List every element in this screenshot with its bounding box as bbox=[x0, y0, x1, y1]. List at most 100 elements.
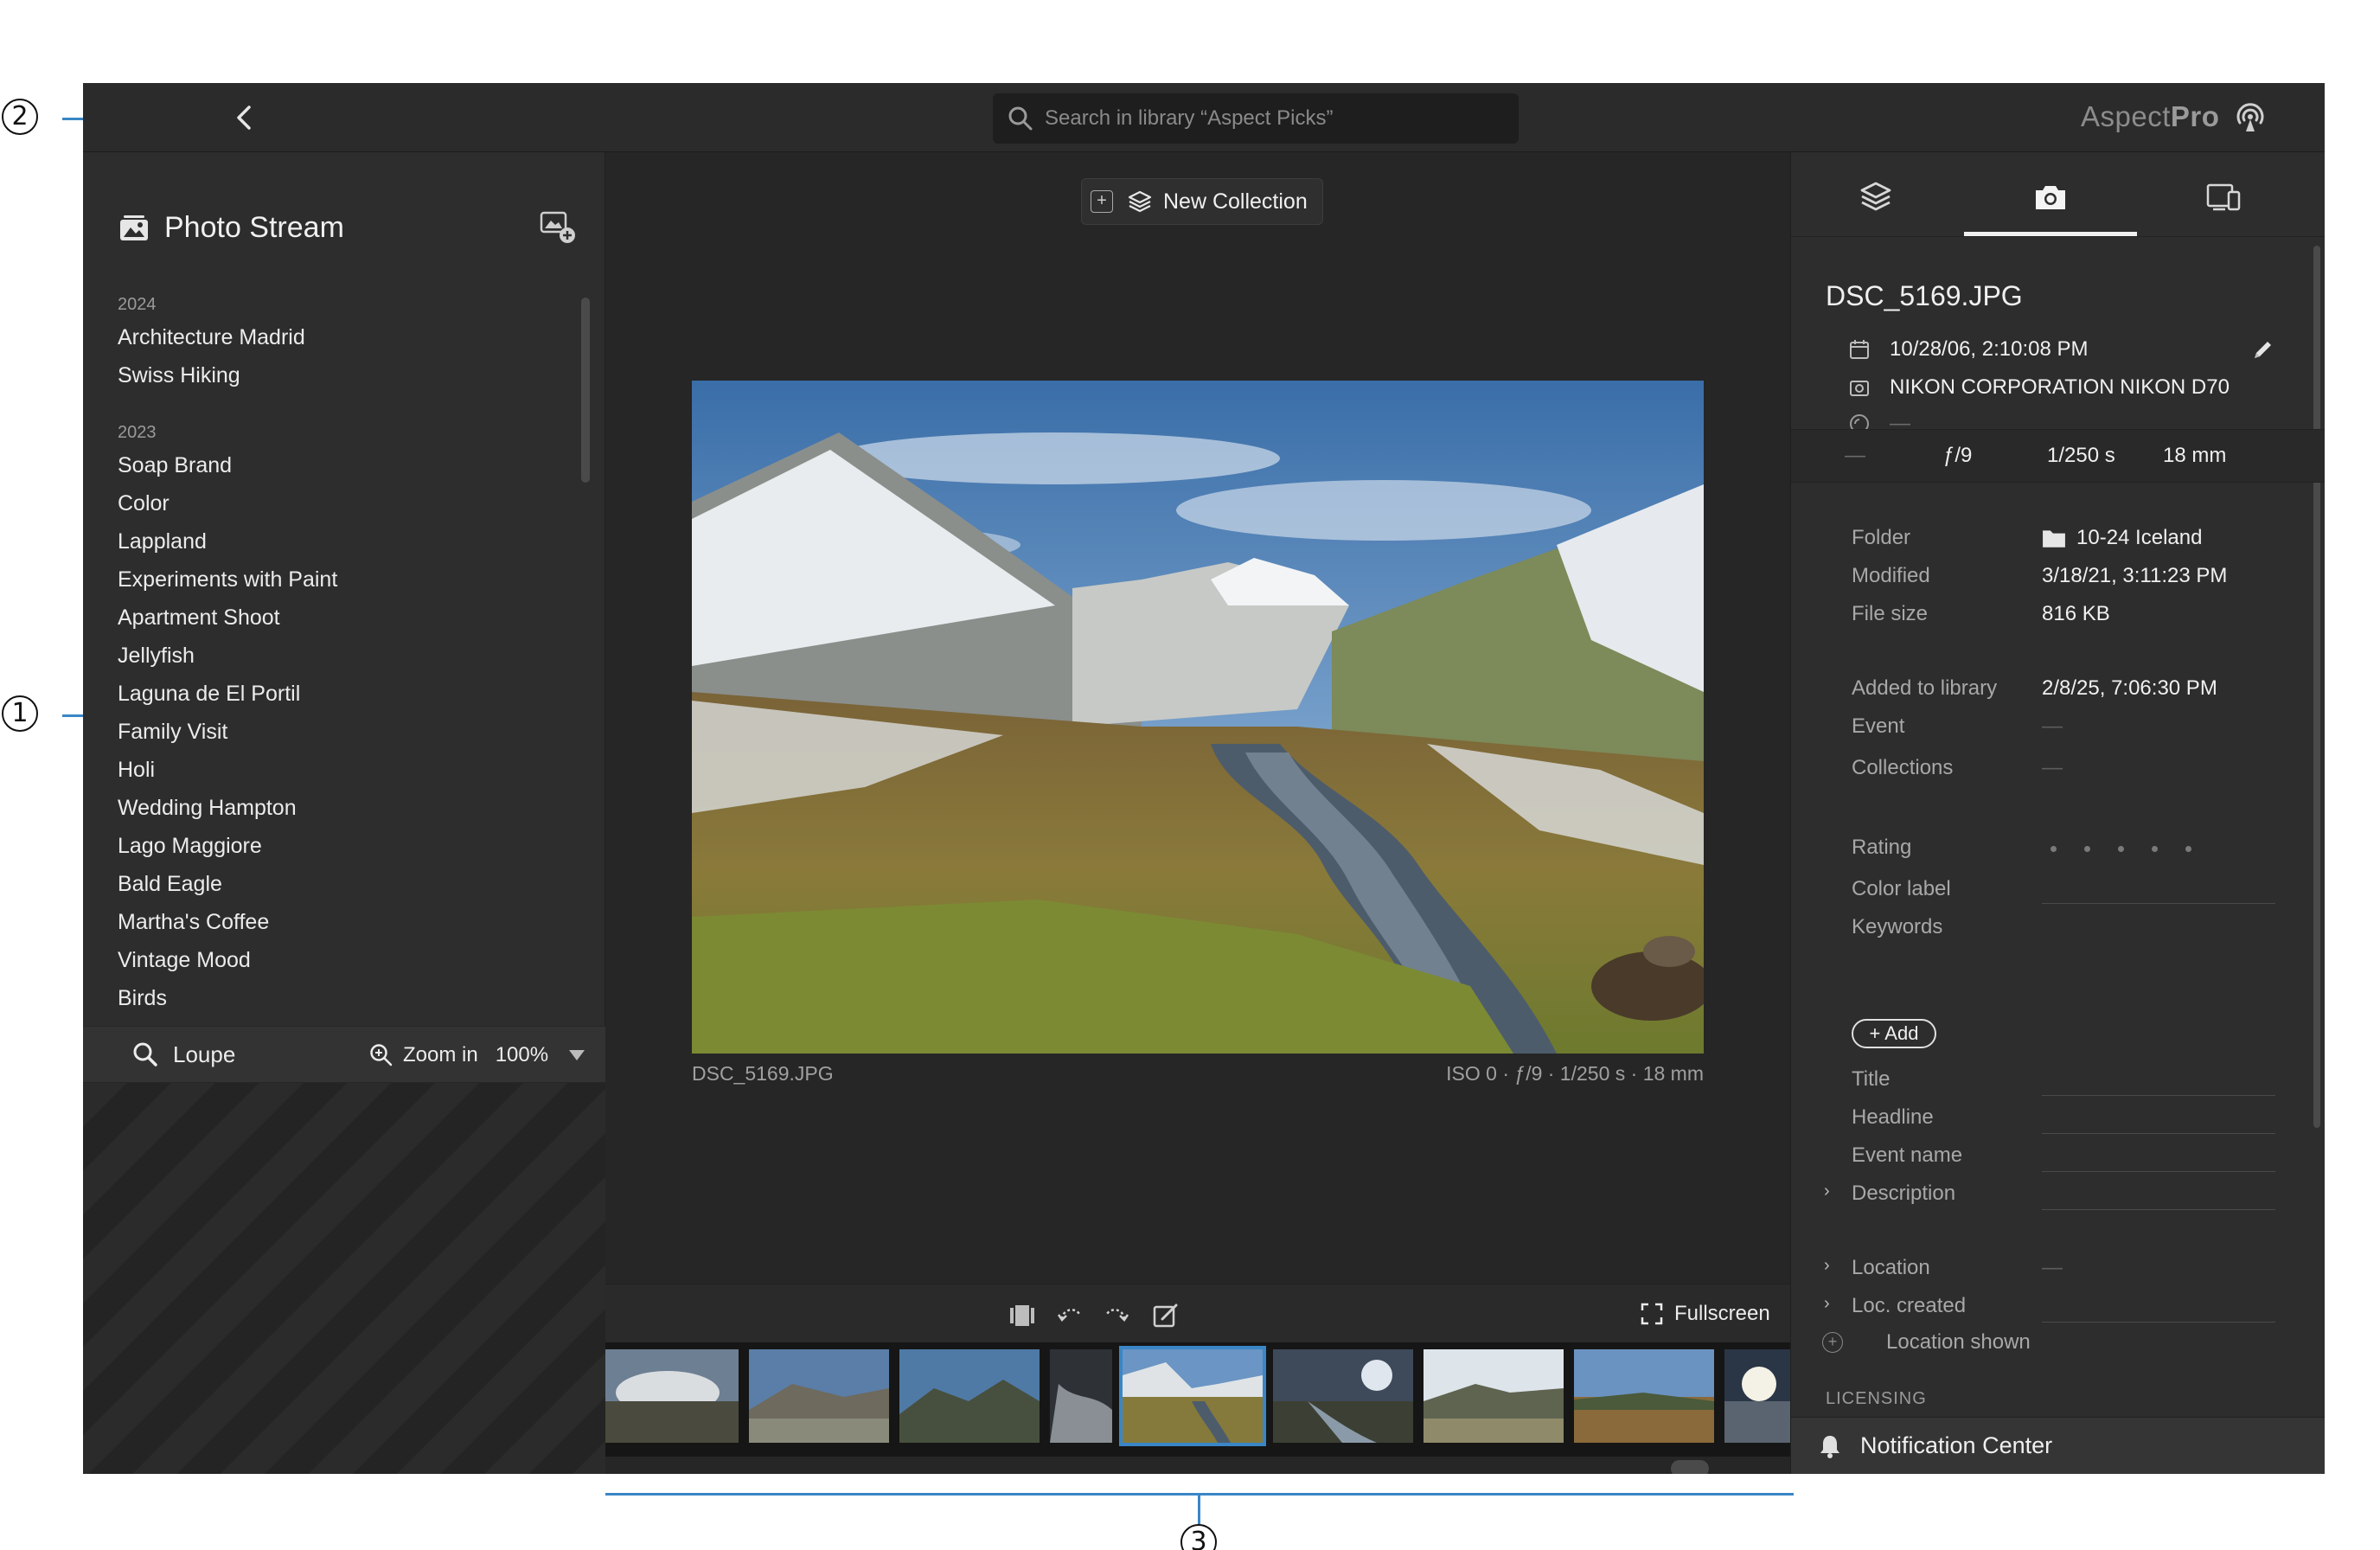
color-label-field[interactable] bbox=[2042, 903, 2275, 904]
collections-tab-icon[interactable] bbox=[1857, 178, 1895, 216]
calendar-icon bbox=[1850, 340, 1869, 359]
add-keyword-button[interactable]: + Add bbox=[1852, 1019, 1936, 1048]
callout-1: 1 bbox=[2, 695, 38, 732]
camera-tab-icon[interactable] bbox=[2031, 178, 2070, 216]
filmstrip-thumbnail[interactable] bbox=[1050, 1349, 1112, 1443]
rating-dot[interactable] bbox=[2118, 846, 2124, 852]
rating-dot[interactable] bbox=[2051, 846, 2057, 852]
capture-date: 10/28/06, 2:10:08 PM bbox=[1890, 337, 2089, 361]
loc-created-field[interactable] bbox=[2042, 1322, 2275, 1323]
description-field[interactable] bbox=[2042, 1209, 2275, 1210]
rating-stars[interactable] bbox=[2051, 846, 2191, 852]
stack-icon bbox=[1128, 190, 1152, 213]
app-brand-logo: AspectPro bbox=[2081, 100, 2220, 132]
collection-item[interactable]: Apartment Shoot bbox=[118, 599, 567, 637]
collection-item[interactable]: Laguna de El Portil bbox=[118, 675, 567, 713]
filesize-label: File size bbox=[1852, 602, 1929, 625]
plus-icon: + bbox=[1091, 190, 1113, 213]
callout-2: 2 bbox=[2, 99, 38, 135]
rating-dot[interactable] bbox=[2185, 846, 2191, 852]
headline-field[interactable] bbox=[2042, 1133, 2275, 1134]
panel-scrollbar[interactable] bbox=[2313, 246, 2320, 1128]
loc-created-label[interactable]: Loc. created bbox=[1852, 1294, 1966, 1318]
event-name-field[interactable] bbox=[2042, 1171, 2275, 1172]
rating-dot[interactable] bbox=[2152, 846, 2158, 852]
back-chevron-icon[interactable] bbox=[230, 102, 261, 133]
view-controls: Loupe Zoom in 100% bbox=[83, 1026, 605, 1083]
rating-dot[interactable] bbox=[2084, 846, 2090, 852]
collection-item[interactable]: Vintage Mood bbox=[118, 941, 567, 979]
sidebar-scrollbar[interactable] bbox=[581, 298, 590, 483]
collection-item[interactable]: Architecture Madrid bbox=[118, 318, 567, 356]
collection-item[interactable]: Lappland bbox=[118, 522, 567, 560]
collections-value[interactable]: — bbox=[2042, 756, 2063, 780]
licensing-header: LICENSING bbox=[1826, 1389, 1927, 1408]
zoom-control[interactable]: Zoom in 100% bbox=[368, 1042, 585, 1068]
collection-item[interactable]: Color bbox=[118, 484, 567, 522]
collection-item[interactable]: Experiments with Paint bbox=[118, 560, 567, 599]
year-header: 2023 bbox=[118, 423, 157, 442]
library-search[interactable] bbox=[993, 93, 1519, 144]
filmstrip-thumbnail[interactable] bbox=[749, 1349, 889, 1443]
collection-list: 2024 Architecture Madrid Swiss Hiking 20… bbox=[118, 291, 567, 1026]
collection-item[interactable]: Jellyfish bbox=[118, 637, 567, 675]
edit-icon[interactable] bbox=[1150, 1300, 1181, 1331]
folder-icon bbox=[2043, 530, 2065, 548]
new-collection-button[interactable]: + New Collection bbox=[1081, 178, 1323, 225]
top-bar: AspectPro bbox=[83, 83, 2325, 152]
folder-name: 10-24 Iceland bbox=[2076, 526, 2203, 549]
chevron-down-icon[interactable] bbox=[569, 1050, 585, 1060]
search-input[interactable] bbox=[1045, 102, 1494, 135]
fullscreen-label: Fullscreen bbox=[1674, 1302, 1770, 1325]
description-label[interactable]: Description bbox=[1852, 1182, 1955, 1206]
filmstrip-thumbnail[interactable] bbox=[605, 1349, 739, 1443]
search-icon bbox=[1008, 106, 1033, 131]
title-field[interactable] bbox=[2042, 1095, 2275, 1096]
chevron-right-icon[interactable]: › bbox=[1824, 1256, 1830, 1276]
collection-item[interactable]: Swiss Hiking bbox=[118, 356, 567, 394]
location-value[interactable]: — bbox=[2042, 1256, 2063, 1280]
title-label: Title bbox=[1852, 1067, 1891, 1091]
collection-item[interactable]: Lago Maggiore bbox=[118, 827, 567, 865]
edit-pencil-icon[interactable] bbox=[2249, 337, 2275, 363]
airdrop-icon[interactable] bbox=[2233, 100, 2268, 135]
exif-aperture: ƒ/9 bbox=[1943, 444, 1973, 467]
filmstrip-thumbnail[interactable] bbox=[1724, 1349, 1790, 1443]
collection-item[interactable]: Bald Eagle bbox=[118, 865, 567, 903]
main-photo[interactable] bbox=[692, 381, 1704, 1054]
filmstrip-thumbnail-selected[interactable] bbox=[1119, 1346, 1266, 1446]
filmstrip-scrollbar[interactable] bbox=[1671, 1460, 1709, 1474]
location-label[interactable]: Location bbox=[1852, 1256, 1930, 1280]
add-location-icon[interactable]: + bbox=[1822, 1332, 1843, 1353]
collection-item[interactable]: Martha's Coffee bbox=[118, 903, 567, 941]
app-window: AspectPro Photo Stream 2024 bbox=[83, 83, 2325, 1474]
fullscreen-button[interactable]: Fullscreen bbox=[1640, 1302, 1770, 1326]
rotate-right-icon[interactable] bbox=[1100, 1300, 1131, 1331]
collection-item[interactable]: Soap Brand bbox=[118, 446, 567, 484]
add-album-icon[interactable] bbox=[538, 206, 578, 246]
filmstrip-thumbnail[interactable] bbox=[1574, 1349, 1714, 1443]
location-shown-label[interactable]: Location shown bbox=[1886, 1330, 2031, 1355]
collection-item[interactable]: Birds bbox=[118, 979, 567, 1017]
exif-iso: — bbox=[1845, 444, 1865, 467]
chevron-right-icon[interactable]: › bbox=[1824, 1294, 1830, 1314]
filmstrip-thumbnail[interactable] bbox=[1273, 1349, 1413, 1443]
event-value[interactable]: — bbox=[2042, 714, 2063, 739]
chevron-right-icon[interactable]: › bbox=[1824, 1182, 1830, 1201]
collection-item[interactable]: Family Visit bbox=[118, 713, 567, 751]
devices-tab-icon[interactable] bbox=[2204, 178, 2242, 216]
zoom-label: Zoom in bbox=[403, 1043, 478, 1066]
collection-item[interactable]: Holi bbox=[118, 751, 567, 789]
exif-shutter: 1/250 s bbox=[2047, 444, 2115, 467]
compare-icon[interactable] bbox=[1007, 1300, 1038, 1331]
folder-value[interactable]: 10-24 Iceland bbox=[2042, 526, 2202, 550]
filmstrip-thumbnail[interactable] bbox=[899, 1349, 1040, 1443]
rotate-left-icon[interactable] bbox=[1055, 1300, 1086, 1331]
zoom-value: 100% bbox=[495, 1043, 549, 1066]
notification-center-bar[interactable]: Notification Center bbox=[1791, 1417, 2325, 1474]
collection-item[interactable]: Wedding Hampton bbox=[118, 789, 567, 827]
loupe-button[interactable]: Loupe bbox=[131, 1041, 235, 1068]
modified-value: 3/18/21, 3:11:23 PM bbox=[2042, 564, 2228, 587]
sidebar-header[interactable]: Photo Stream bbox=[118, 206, 344, 249]
filmstrip-thumbnail[interactable] bbox=[1424, 1349, 1564, 1443]
